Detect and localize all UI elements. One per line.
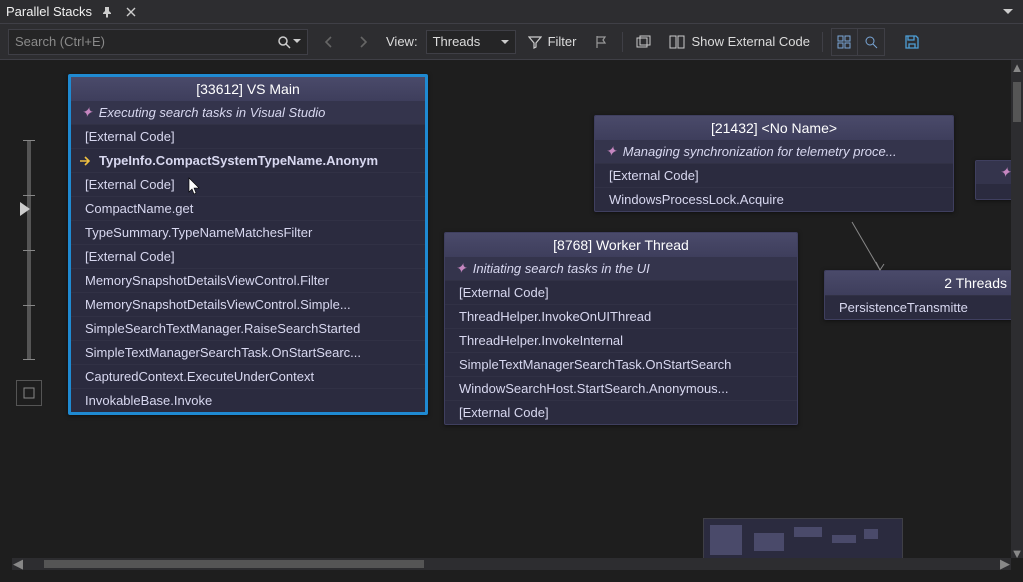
stack-node-summary: ✦ Initiating search tasks in the UI — [445, 257, 797, 280]
pin-icon[interactable] — [98, 3, 116, 21]
horizontal-scrollbar[interactable]: ◀ ▶ — [12, 558, 1011, 570]
scroll-thumb[interactable] — [1013, 82, 1021, 122]
stack-node-summary: ✦ Managing synchronization for telemetry… — [595, 140, 953, 163]
toolbar-separator — [822, 32, 823, 52]
sparkle-icon: ✦ — [605, 143, 617, 160]
zoom-fit-button[interactable] — [16, 380, 42, 406]
vertical-scrollbar[interactable]: ▲ ▼ — [1011, 60, 1023, 558]
window-titlebar: Parallel Stacks — [0, 0, 1023, 24]
stack-node-vs-main[interactable]: [33612] VS Main ✦ Executing search tasks… — [68, 74, 428, 415]
show-external-code-label: Show External Code — [691, 34, 810, 49]
sparkle-icon: ✦ — [81, 104, 93, 121]
window-menu-caret-icon[interactable] — [1003, 9, 1013, 15]
stack-node-header: [33612] VS Main — [71, 77, 425, 101]
stack-frame[interactable]: [External Code] — [71, 124, 425, 148]
stack-frame[interactable]: [External Code] — [445, 400, 797, 424]
stack-node-no-name[interactable]: [21432] <No Name> ✦ Managing synchroniza… — [594, 115, 954, 212]
search-input[interactable] — [15, 34, 273, 49]
view-select[interactable]: Threads — [426, 30, 516, 54]
stack-frame[interactable]: SimpleTextManagerSearchTask.OnStartSearc… — [71, 340, 425, 364]
toolbar-separator — [622, 32, 623, 52]
scroll-right-arrow-icon[interactable]: ▶ — [999, 556, 1011, 570]
stack-frame[interactable]: CapturedContext.ExecuteUnderContext — [71, 364, 425, 388]
stack-node-worker[interactable]: [8768] Worker Thread ✦ Initiating search… — [444, 232, 798, 425]
show-external-code-button[interactable]: Show External Code — [665, 29, 814, 55]
zoom-thumb-icon[interactable] — [20, 202, 30, 216]
stack-frame[interactable]: CompactName.get — [71, 196, 425, 220]
sparkle-icon: ✦ — [455, 260, 467, 277]
stack-frame[interactable]: [External Code] — [71, 244, 425, 268]
stack-frame[interactable]: InvokableBase.Invoke — [71, 388, 425, 412]
stack-frame[interactable]: MemorySnapshotDetailsViewControl.Filter — [71, 268, 425, 292]
node-connector-line — [850, 220, 910, 275]
zoom-slider[interactable] — [20, 140, 38, 360]
window-title: Parallel Stacks — [6, 4, 92, 19]
stack-frame[interactable]: WindowSearchHost.StartSearch.Anonymous..… — [445, 376, 797, 400]
stack-frame[interactable]: ThreadHelper.InvokeInternal — [445, 328, 797, 352]
minimap[interactable] — [703, 518, 903, 562]
filter-icon — [528, 35, 542, 49]
stack-frame[interactable]: WindowsProcessLock.Acquire — [595, 187, 953, 211]
toolbar: View: Threads Filter Show External Code — [0, 24, 1023, 60]
save-icon[interactable] — [899, 29, 925, 55]
close-icon[interactable] — [122, 3, 140, 21]
layout-grid-icon[interactable] — [832, 29, 858, 55]
view-select-value: Threads — [433, 34, 481, 49]
stack-node-summary: ✦ Executing search tasks in Visual Studi… — [71, 101, 425, 124]
filter-button[interactable]: Filter — [524, 29, 581, 55]
stack-frame[interactable]: MemorySnapshotDetailsViewControl.Simple.… — [71, 292, 425, 316]
stack-frame[interactable]: [External Code] — [595, 163, 953, 187]
stack-frame-active[interactable]: TypeInfo.CompactSystemTypeName.Anonym — [71, 148, 425, 172]
frames-icon[interactable] — [631, 29, 657, 55]
filter-label: Filter — [548, 34, 577, 49]
stack-frame[interactable]: SimpleSearchTextManager.RaiseSearchStart… — [71, 316, 425, 340]
scroll-thumb[interactable] — [44, 560, 424, 568]
scroll-up-arrow-icon[interactable]: ▲ — [1011, 60, 1023, 72]
nav-back-button[interactable] — [316, 29, 342, 55]
search-icon[interactable] — [277, 35, 291, 49]
layout-search-icon[interactable] — [858, 29, 884, 55]
layout-button-group — [831, 28, 885, 56]
external-code-icon — [669, 35, 685, 49]
scroll-down-arrow-icon[interactable]: ▼ — [1011, 546, 1023, 558]
sparkle-icon: ✦ — [999, 164, 1011, 181]
parallel-stacks-canvas[interactable]: [33612] VS Main ✦ Executing search tasks… — [0, 60, 1023, 570]
search-dropdown-caret-icon[interactable] — [293, 39, 301, 45]
stack-frame[interactable]: TypeSummary.TypeNameMatchesFilter — [71, 220, 425, 244]
stack-frame[interactable]: SimpleTextManagerSearchTask.OnStartSearc… — [445, 352, 797, 376]
stack-frame[interactable]: ThreadHelper.InvokeOnUIThread — [445, 304, 797, 328]
flag-icon[interactable] — [588, 29, 614, 55]
view-label: View: — [386, 34, 418, 49]
stack-node-thread-group[interactable]: 2 Threads PersistenceTransmitte — [824, 270, 1023, 320]
search-input-container — [8, 29, 308, 55]
stack-frame[interactable]: [External Code] — [445, 280, 797, 304]
stack-frame[interactable]: PersistenceTransmitte — [825, 295, 1023, 319]
current-frame-arrow-icon — [79, 155, 93, 167]
stack-node-header: [21432] <No Name> — [595, 116, 953, 140]
scroll-left-arrow-icon[interactable]: ◀ — [12, 556, 24, 570]
stack-frame[interactable]: [External Code] — [71, 172, 425, 196]
stack-node-header: [8768] Worker Thread — [445, 233, 797, 257]
nav-forward-button[interactable] — [350, 29, 376, 55]
